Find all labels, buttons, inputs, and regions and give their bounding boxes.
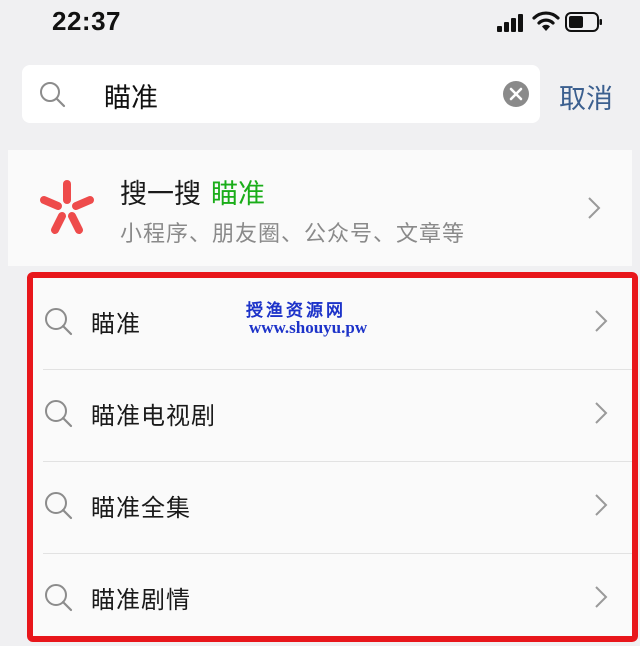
chevron-right-icon xyxy=(595,494,608,516)
suggestion-label: 瞄准全集 xyxy=(91,494,191,522)
sou-yi-sou-keyword: 瞄准 xyxy=(211,179,265,210)
sou-yi-sou-logo-icon xyxy=(40,180,94,234)
suggestion-item[interactable]: 瞄准电视剧 xyxy=(33,370,632,462)
watermark-url: www.shouyu.pw xyxy=(249,318,368,337)
sou-yi-sou-title: 搜一搜 瞄准 xyxy=(120,172,265,211)
suggestion-label: 瞄准 xyxy=(91,310,141,338)
search-query: 瞄准 xyxy=(104,83,158,114)
suggestion-item[interactable]: 瞄准剧情 xyxy=(33,554,632,646)
status-bar: 22:37 xyxy=(0,0,640,46)
search-icon xyxy=(45,492,73,520)
search-icon xyxy=(45,308,73,336)
suggestion-label: 瞄准电视剧 xyxy=(91,402,216,430)
search-row: 瞄准 取消 xyxy=(0,50,640,140)
cellular-signal-icon xyxy=(497,14,525,32)
cancel-button[interactable]: 取消 xyxy=(559,77,613,116)
search-icon xyxy=(40,82,66,108)
search-icon xyxy=(45,400,73,428)
suggestion-item[interactable]: 瞄准全集 xyxy=(33,462,632,554)
chevron-right-icon xyxy=(595,586,608,608)
search-input[interactable]: 瞄准 xyxy=(22,65,540,123)
wifi-icon xyxy=(532,11,560,31)
sou-yi-sou-subtitle: 小程序、朋友圈、公众号、文章等 xyxy=(120,222,466,247)
chevron-right-icon xyxy=(595,402,608,424)
suggestion-label: 瞄准剧情 xyxy=(91,586,191,614)
chevron-right-icon xyxy=(588,197,601,219)
battery-icon xyxy=(565,12,602,32)
search-icon xyxy=(45,584,73,612)
sou-yi-sou-label: 搜一搜 xyxy=(120,179,201,210)
clear-search-icon[interactable] xyxy=(502,80,530,108)
sou-yi-sou-row[interactable]: 搜一搜 瞄准 小程序、朋友圈、公众号、文章等 xyxy=(8,150,632,266)
status-time: 22:37 xyxy=(52,6,121,36)
chevron-right-icon xyxy=(595,310,608,332)
